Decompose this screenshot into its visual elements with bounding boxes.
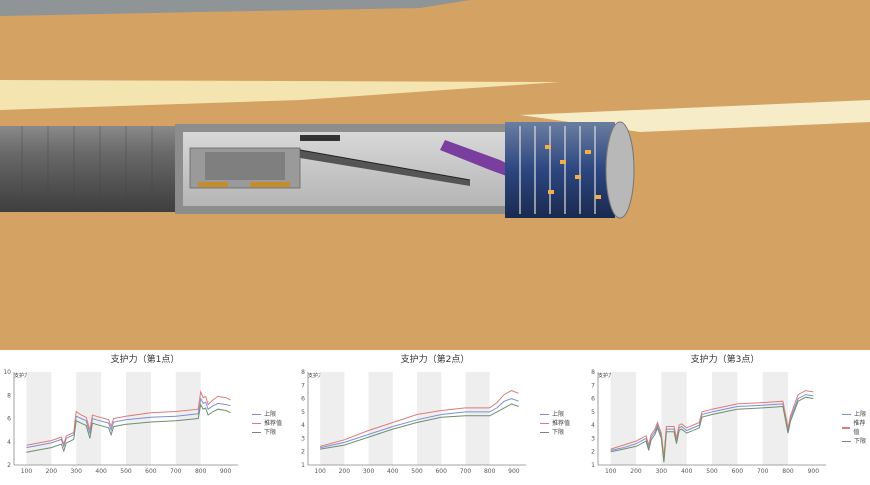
x-tick-label: 200	[630, 468, 642, 475]
cutter-disc	[605, 121, 635, 219]
line-chart-svg: 1 2 3 4 5 6 7 8 100 200 300 400 500 600 700 800 900	[591, 369, 826, 475]
x-tick-label: 900	[808, 468, 820, 475]
legend-upper: 上限	[854, 411, 867, 418]
line-chart-svg: 2 4 6 8 10 100 200 300 400 500 600 700 800 900	[3, 369, 238, 475]
y-tick-label: 6	[591, 396, 595, 403]
y-tick-label: 6	[7, 416, 11, 423]
y-tick-label: 1	[591, 462, 595, 469]
support-force-charts: 支护力（第1点） 支护力(Bar) 2468101002003004005006…	[0, 350, 870, 485]
y-tick-label: 3	[301, 435, 305, 442]
y-tick-label: 6	[301, 396, 305, 403]
legend-lower: 下限	[552, 429, 565, 436]
chart-legend: 上限 推荐值 下限	[252, 410, 282, 437]
x-tick-label: 700	[757, 468, 769, 475]
x-tick-label: 600	[732, 468, 744, 475]
legend-recommended: 推荐值	[264, 420, 283, 427]
line-chart-svg: 1 2 3 4 5 6 7 8 100 200 300 400 500 600 700 800 900	[301, 369, 526, 475]
y-tick-label: 4	[7, 439, 11, 446]
legend-recommended: 推荐值	[853, 420, 866, 436]
y-tick-label: 5	[301, 409, 305, 416]
grid-band	[320, 372, 345, 465]
tunnel-segment-lining	[0, 126, 190, 212]
x-tick-label: 600	[145, 468, 157, 475]
gantry-machinery	[205, 152, 285, 180]
x-tick-label: 900	[508, 468, 520, 475]
y-tick-label: 8	[7, 392, 11, 399]
y-tick-label: 8	[301, 369, 305, 376]
tunnel-3d-view[interactable]	[0, 0, 870, 350]
x-tick-label: 200	[46, 468, 58, 475]
legend-lower: 下限	[854, 438, 867, 445]
grid-band	[712, 372, 738, 465]
y-tick-label: 4	[301, 422, 305, 429]
grid-band	[465, 372, 490, 465]
x-tick-label: 500	[706, 468, 718, 475]
legend-recommended: 推荐值	[552, 420, 571, 427]
beam	[300, 135, 340, 141]
x-tick-label: 400	[681, 468, 693, 475]
x-tick-label: 300	[363, 468, 375, 475]
x-tick-label: 800	[782, 468, 794, 475]
x-tick-label: 600	[435, 468, 447, 475]
x-tick-label: 200	[339, 468, 351, 475]
legend-lower: 下限	[264, 429, 277, 436]
y-tick-label: 2	[591, 449, 595, 456]
x-tick-label: 100	[21, 468, 33, 475]
x-tick-label: 500	[120, 468, 132, 475]
cutter-head-section	[505, 122, 615, 218]
x-tick-label: 100	[605, 468, 617, 475]
x-tick-label: 400	[387, 468, 399, 475]
grid-band	[76, 372, 102, 465]
y-tick-label: 7	[301, 382, 305, 389]
x-tick-label: 900	[220, 468, 232, 475]
grid-band	[368, 372, 393, 465]
y-tick-label: 5	[591, 409, 595, 416]
chart-panel-point-3: 支护力（第3点） 支护力(Bar) 1234567810020030040050…	[580, 350, 870, 485]
y-tick-label: 2	[301, 449, 305, 456]
x-tick-label: 500	[411, 468, 423, 475]
upper-rock-layer	[0, 0, 470, 16]
y-tick-label: 4	[591, 422, 595, 429]
chart-panel-point-2: 支护力（第2点） 支护力(Bar) 1234567810020030040050…	[290, 350, 580, 485]
y-tick-label: 10	[3, 369, 11, 376]
chart-legend: 上限 推荐值 下限	[540, 410, 570, 437]
chart-legend: 上限 推荐值 下限	[842, 410, 870, 446]
x-tick-label: 700	[460, 468, 472, 475]
x-tick-label: 800	[484, 468, 496, 475]
x-tick-label: 700	[170, 468, 182, 475]
tbm-scene-graphic	[0, 0, 870, 350]
y-tick-label: 1	[301, 462, 305, 469]
y-tick-label: 2	[7, 462, 11, 469]
chart-panel-point-1: 支护力（第1点） 支护力(Bar) 2468101002003004005006…	[0, 350, 290, 485]
x-tick-label: 400	[95, 468, 107, 475]
grid-band	[762, 372, 788, 465]
x-tick-label: 300	[656, 468, 668, 475]
x-tick-label: 800	[195, 468, 207, 475]
legend-upper: 上限	[552, 411, 565, 418]
legend-upper: 上限	[264, 411, 277, 418]
y-tick-label: 3	[591, 435, 595, 442]
y-tick-label: 7	[591, 382, 595, 389]
x-tick-label: 300	[70, 468, 82, 475]
x-tick-label: 100	[314, 468, 326, 475]
y-tick-label: 8	[591, 369, 595, 376]
